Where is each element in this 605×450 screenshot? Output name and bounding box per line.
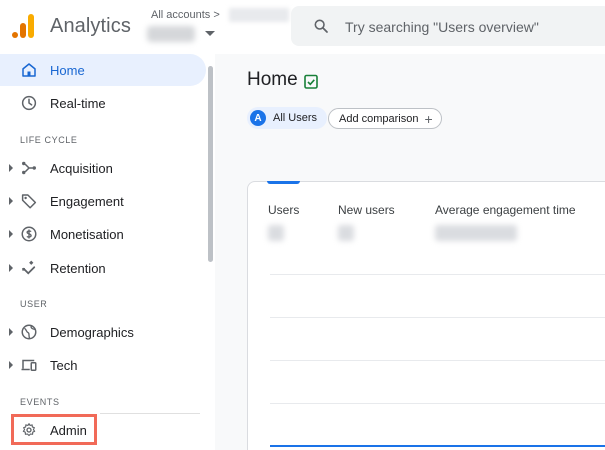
app-title[interactable]: Analytics (50, 15, 131, 38)
magnet-icon (22, 260, 36, 275)
account-name-redacted (228, 8, 289, 22)
metric-value-redacted (268, 225, 284, 241)
property-name-redacted (147, 26, 195, 42)
expand-arrow-icon[interactable] (9, 361, 13, 369)
admin-label: Admin (50, 423, 87, 438)
sidebar-item-acquisition[interactable]: Acquisition (0, 152, 206, 184)
sidebar-item-label: Real-time (50, 95, 106, 111)
metric-value-redacted (338, 225, 354, 241)
sidebar-item-label: Retention (50, 260, 106, 276)
divider (100, 413, 200, 414)
account-breadcrumb[interactable]: All accounts > (151, 8, 289, 22)
search-icon (314, 19, 328, 33)
devices-icon (21, 359, 37, 371)
analytics-logo-icon[interactable] (12, 14, 36, 38)
admin-button[interactable]: Admin (11, 414, 97, 445)
expand-arrow-icon[interactable] (9, 164, 13, 172)
dollar-icon (21, 226, 37, 242)
clock-icon (21, 95, 37, 111)
sidebar-nav: Home Real-time LIFE CYCLE Acquisition En… (0, 54, 215, 450)
metric-value-redacted (435, 225, 517, 241)
expand-arrow-icon[interactable] (9, 328, 13, 336)
sidebar-item-label: Acquisition (50, 160, 113, 176)
sidebar-item-demographics[interactable]: Demographics (0, 316, 206, 348)
chart-gridline (270, 274, 605, 275)
metric-users[interactable]: Users (268, 203, 299, 241)
metric-name: Users (268, 203, 300, 217)
sidebar-item-label: Engagement (50, 193, 124, 209)
section-label-user: USER (20, 299, 48, 309)
sidebar-item-monetisation[interactable]: Monetisation (0, 218, 206, 250)
chart-series-line (270, 445, 605, 447)
comparison-avatar: A (250, 110, 266, 126)
verified-report-icon[interactable] (304, 74, 318, 89)
section-label-events: EVENTS (20, 397, 60, 407)
globe-icon (21, 324, 37, 340)
plus-icon: + (424, 110, 433, 127)
expand-arrow-icon[interactable] (9, 264, 13, 272)
metric-name: New users (338, 203, 395, 217)
sidebar-item-label: Monetisation (50, 226, 124, 242)
comparison-chip-label: All Users (273, 112, 318, 124)
metric-new-users[interactable]: New users (338, 203, 395, 241)
main-content: Home A All Users Add comparison + Users … (215, 54, 605, 450)
sidebar-item-realtime[interactable]: Real-time (0, 87, 206, 119)
gear-icon (22, 423, 36, 437)
sidebar-item-label: Demographics (50, 324, 134, 340)
top-header: Analytics All accounts > Try searching "… (0, 0, 605, 54)
metric-average-engagement-time[interactable]: Average engagement time (435, 203, 576, 241)
chart-gridline (270, 360, 605, 361)
section-label-life-cycle: LIFE CYCLE (20, 135, 78, 145)
sidebar-item-engagement[interactable]: Engagement (0, 185, 206, 217)
sidebar-item-tech[interactable]: Tech (0, 349, 206, 381)
home-icon (22, 63, 36, 77)
acquisition-icon (22, 161, 36, 175)
page-title: Home (247, 69, 298, 90)
add-comparison-label: Add comparison (339, 112, 419, 125)
breadcrumb-separator: > (213, 8, 220, 21)
search-input[interactable]: Try searching "Users overview" (345, 19, 539, 35)
sidebar-item-label: Tech (50, 357, 78, 373)
chart-gridline (270, 317, 605, 318)
property-selector[interactable] (147, 25, 217, 43)
expand-arrow-icon[interactable] (9, 230, 13, 238)
sidebar-item-retention[interactable]: Retention (0, 252, 206, 284)
search-bar[interactable]: Try searching "Users overview" (291, 6, 605, 46)
overview-card: Users New users Average engagement time (247, 181, 605, 450)
chart-gridline (270, 403, 605, 404)
active-tab-indicator (267, 181, 300, 184)
tag-icon (21, 194, 37, 209)
caret-down-icon (205, 31, 215, 36)
sidebar-item-label: Home (50, 62, 85, 78)
sidebar-scrollbar[interactable] (208, 66, 213, 262)
add-comparison-button[interactable]: Add comparison + (328, 108, 442, 129)
sidebar-item-home[interactable]: Home (0, 54, 206, 86)
metric-name: Average engagement time (435, 203, 576, 217)
expand-arrow-icon[interactable] (9, 197, 13, 205)
comparison-chip-all-users[interactable]: A All Users (247, 107, 328, 129)
accounts-label: All accounts (151, 8, 211, 21)
